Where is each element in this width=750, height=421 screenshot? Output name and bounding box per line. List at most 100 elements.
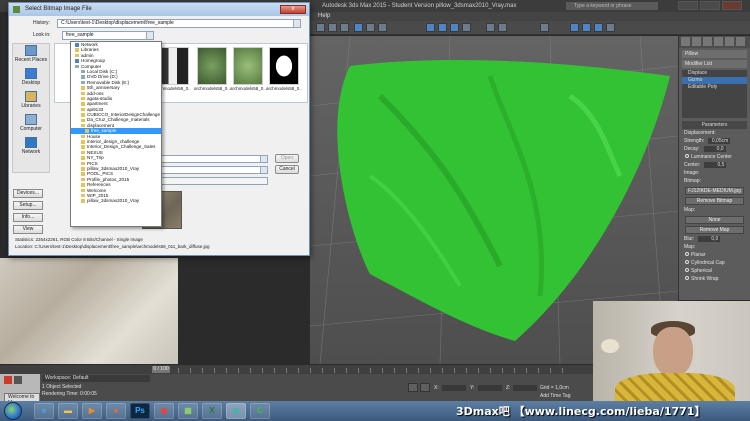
- view-button[interactable]: View: [13, 225, 43, 234]
- toolbar-button[interactable]: [316, 23, 325, 32]
- parameters-rollout[interactable]: Parameters: [682, 121, 747, 129]
- script-icon[interactable]: [4, 376, 12, 384]
- file-name[interactable]: archmodels58_0...: [230, 86, 266, 91]
- lookin-dropdown[interactable]: free_sample: [62, 31, 154, 40]
- excel-icon[interactable]: X: [202, 403, 222, 419]
- ie-icon[interactable]: e: [34, 403, 54, 419]
- move-icon[interactable]: [438, 23, 447, 32]
- cap-label[interactable]: Cap: [715, 260, 724, 266]
- folder-icon[interactable]: ▬: [58, 403, 78, 419]
- stack-item-editable-poly[interactable]: Editable Poly: [682, 84, 747, 91]
- center-field[interactable]: 0,5: [704, 162, 727, 168]
- file-thumbnail[interactable]: [233, 47, 263, 85]
- x-coord-field[interactable]: [442, 385, 466, 391]
- blur-field[interactable]: 0,0: [698, 236, 721, 242]
- place-computer[interactable]: Computer: [13, 113, 49, 136]
- cylindrical-radio[interactable]: Cylindrical Cap: [685, 260, 744, 267]
- file-name[interactable]: archmodels58_0...: [266, 86, 302, 91]
- stack-item-gizmo[interactable]: Gizmo: [682, 77, 747, 84]
- lookin-dropdown-list[interactable]: Network Libraries admin Homegroup Computer Lo…: [70, 41, 162, 227]
- mirror-icon[interactable]: [540, 23, 549, 32]
- workspace-dropdown[interactable]: Workspace: Default: [42, 375, 150, 382]
- toolbar-button[interactable]: [340, 23, 349, 32]
- planar-radio[interactable]: Planar: [685, 252, 744, 259]
- angle-snap-icon[interactable]: [498, 23, 507, 32]
- select-icon[interactable]: [426, 23, 435, 32]
- search-input[interactable]: Type a keyword or phrase: [566, 2, 658, 10]
- maximize-button[interactable]: [700, 1, 720, 10]
- start-button[interactable]: [4, 402, 22, 420]
- camtasia-icon[interactable]: C: [250, 403, 270, 419]
- minimize-button[interactable]: [678, 1, 698, 10]
- motion-tab[interactable]: [714, 37, 723, 46]
- chevron-down-icon[interactable]: [260, 156, 267, 162]
- place-network[interactable]: Network: [13, 136, 49, 159]
- lock-icon[interactable]: [408, 383, 418, 392]
- history-dropdown[interactable]: C:\Users\test-1\Desktop\displacement\fre…: [57, 19, 301, 28]
- transform-mode-icon[interactable]: [420, 383, 430, 392]
- strength-field[interactable]: 0,05cm: [708, 138, 731, 144]
- gamma-field[interactable]: [156, 177, 268, 185]
- place-libraries[interactable]: Libraries: [13, 90, 49, 113]
- toolbar-button[interactable]: [328, 23, 337, 32]
- remove-map-button[interactable]: Remove Map: [685, 226, 744, 234]
- add-time-tag[interactable]: Add Time Tag: [540, 393, 570, 399]
- z-coord-field[interactable]: [513, 385, 537, 391]
- close-button[interactable]: [722, 1, 742, 10]
- render-frame-icon[interactable]: [606, 23, 615, 32]
- map-none-button[interactable]: None: [685, 216, 744, 224]
- script-icon[interactable]: [14, 376, 22, 384]
- file-name[interactable]: archmodels58_0...: [194, 86, 230, 91]
- media-player-icon[interactable]: ▶: [82, 403, 102, 419]
- photoshop-icon[interactable]: Ps: [130, 403, 150, 419]
- file-name-input[interactable]: [156, 155, 268, 163]
- timeline-ticks[interactable]: [178, 368, 568, 373]
- photo-gallery-icon[interactable]: ▦: [178, 403, 198, 419]
- decay-field[interactable]: 0,0: [703, 146, 726, 152]
- modifier-list-dropdown[interactable]: Modifier List: [682, 60, 747, 68]
- devices-button[interactable]: Devices...: [13, 189, 43, 198]
- info-button[interactable]: Info...: [13, 213, 43, 222]
- create-tab[interactable]: [681, 37, 690, 46]
- file-thumbnail[interactable]: [197, 47, 227, 85]
- rotate-icon[interactable]: [450, 23, 459, 32]
- stack-item-displace[interactable]: Displace: [682, 70, 747, 77]
- chevron-down-icon[interactable]: [146, 32, 153, 39]
- render-setup-icon[interactable]: [582, 23, 591, 32]
- scale-icon[interactable]: [462, 23, 471, 32]
- snap-icon[interactable]: [486, 23, 495, 32]
- luminance-center-checkbox[interactable]: Luminance Center: [685, 154, 744, 161]
- y-coord-field[interactable]: [478, 385, 502, 391]
- folder-list-item[interactable]: pillow_3dsmax2010_Vray: [71, 198, 161, 203]
- chrome-icon[interactable]: ◉: [154, 403, 174, 419]
- 3dsmax-icon[interactable]: ▣: [226, 403, 246, 419]
- spherical-radio[interactable]: Spherical: [685, 268, 744, 275]
- toolbar-button[interactable]: [354, 23, 363, 32]
- open-button[interactable]: Open: [275, 154, 299, 163]
- object-name-field[interactable]: Pillow: [682, 50, 747, 58]
- remove-bitmap-button[interactable]: Remove Bitmap: [685, 197, 744, 205]
- bitmap-button[interactable]: FJ12IKDE-MEDIUM.jpg: [685, 187, 744, 195]
- file-thumbnail[interactable]: [159, 47, 189, 85]
- modify-tab[interactable]: [692, 37, 701, 46]
- shrink-wrap-radio[interactable]: Shrink Wrap: [685, 276, 744, 283]
- render-icon[interactable]: [594, 23, 603, 32]
- menu-help[interactable]: Help: [318, 13, 330, 19]
- utilities-tab[interactable]: [736, 37, 745, 46]
- dialog-close-button[interactable]: x: [280, 5, 306, 14]
- time-slider[interactable]: 0 / 100: [152, 366, 170, 373]
- toolbar-button[interactable]: [366, 23, 375, 32]
- hierarchy-tab[interactable]: [703, 37, 712, 46]
- file-thumbnail[interactable]: [269, 47, 299, 85]
- chevron-down-icon[interactable]: [293, 20, 300, 27]
- firefox-icon[interactable]: ●: [106, 403, 126, 419]
- place-desktop[interactable]: Desktop: [13, 67, 49, 90]
- place-recent[interactable]: Recent Places: [13, 44, 49, 67]
- file-type-dropdown[interactable]: [156, 166, 268, 174]
- chevron-down-icon[interactable]: [260, 167, 267, 173]
- display-tab[interactable]: [725, 37, 734, 46]
- setup-button[interactable]: Setup...: [13, 201, 43, 210]
- toolbar-button[interactable]: [378, 23, 387, 32]
- cancel-button[interactable]: Cancel: [275, 165, 299, 174]
- material-editor-icon[interactable]: [570, 23, 579, 32]
